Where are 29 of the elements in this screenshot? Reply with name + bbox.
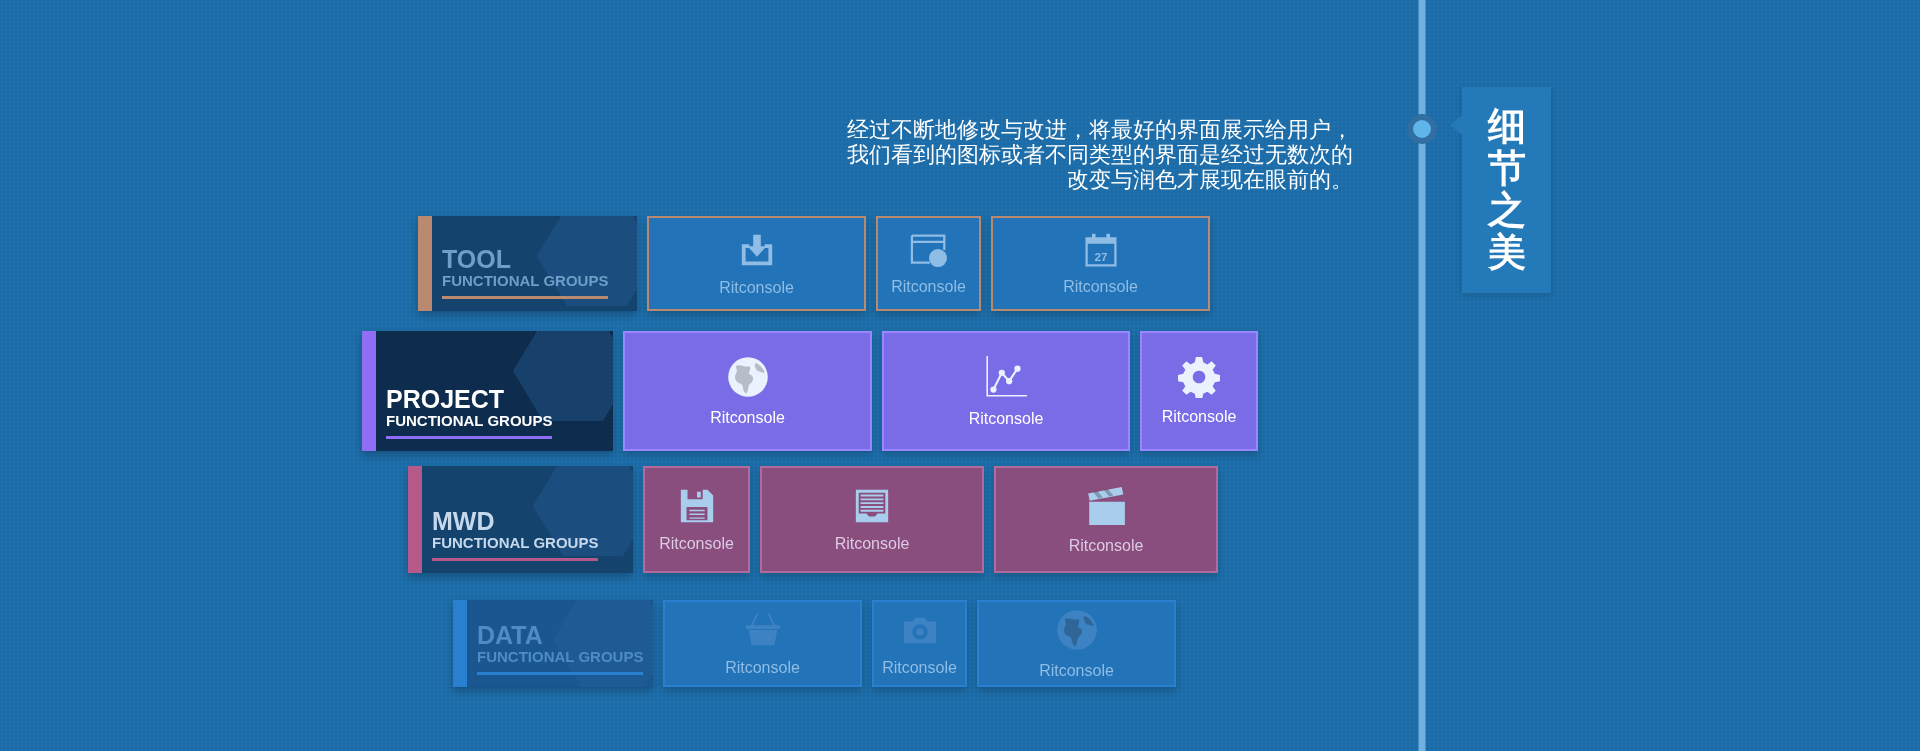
label-pointer [1450,115,1462,135]
intro-text-line: 改变与润色才展现在眼前的。 [1067,167,1353,192]
app-tile[interactable]: Ritconsole [647,216,866,311]
app-tile[interactable]: Ritconsole [643,466,750,573]
app-tile[interactable]: Ritconsole [977,600,1176,687]
app-tile[interactable]: 27 Ritconsole [991,216,1210,311]
app-tile[interactable]: Ritconsole [663,600,862,687]
app-tile[interactable]: Ritconsole [623,331,872,451]
group-subtitle: FUNCTIONAL GROUPS [386,412,553,430]
intro-text-line: 经过不断地修改与改进，将最好的界面展示给用户， [847,117,1353,142]
timeline-dot [1407,114,1437,144]
line-chart-icon [983,354,1029,400]
app-tile[interactable]: Ritconsole [994,466,1218,573]
settings-icon [1178,356,1220,398]
globe-icon [1054,607,1099,652]
group-title: MWD [432,508,496,534]
clapperboard-icon [1085,484,1127,527]
app-tile[interactable]: Ritconsole [872,600,967,687]
app-tile[interactable]: Ritconsole [1140,331,1258,451]
group-title: PROJECT [386,386,506,412]
group-subtitle: FUNCTIONAL GROUPS [432,534,599,552]
intro-text-line: 我们看到的图标或者不同类型的界面是经过无数次的 [847,142,1353,167]
app-tile[interactable]: Ritconsole [876,216,981,311]
app-tile[interactable]: Ritconsole [760,466,984,573]
group-subtitle: FUNCTIONAL GROUPS [442,272,609,290]
browser-window-icon [908,231,949,268]
group-title: TOOL [442,246,512,272]
globe-icon [725,355,770,399]
app-tile[interactable]: Ritconsole [882,331,1130,451]
